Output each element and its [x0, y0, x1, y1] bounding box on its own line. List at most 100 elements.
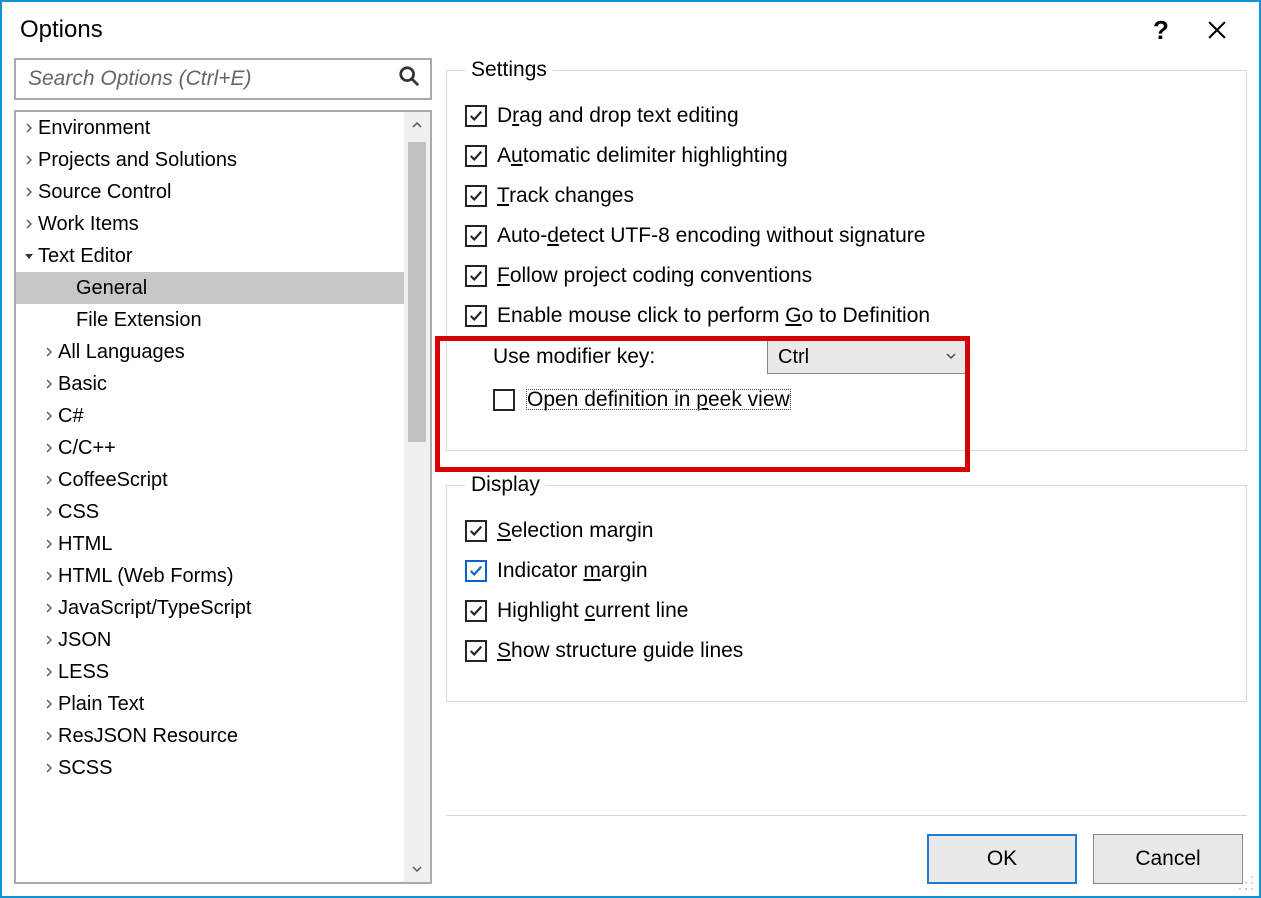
- tree-item-label: Source Control: [38, 176, 171, 208]
- tree-item-label: Work Items: [38, 208, 139, 240]
- tree-item-plain-text[interactable]: Plain Text: [16, 688, 404, 720]
- track-changes-checkbox[interactable]: [465, 185, 487, 207]
- scroll-down-button[interactable]: [404, 856, 430, 882]
- auto-detect-utf8-checkbox[interactable]: [465, 225, 487, 247]
- track-changes-row: Track changes: [465, 184, 1228, 208]
- tree-item-file-extension[interactable]: File Extension: [16, 304, 404, 336]
- expand-expand-icon[interactable]: [20, 123, 38, 133]
- cancel-button[interactable]: Cancel: [1093, 834, 1243, 884]
- scroll-up-button[interactable]: [404, 112, 430, 138]
- close-icon: [1208, 21, 1226, 39]
- tree-item-label: CoffeeScript: [58, 464, 168, 496]
- expand-expand-icon[interactable]: [40, 699, 58, 709]
- follow-project-conventions-checkbox[interactable]: [465, 265, 487, 287]
- drag-and-drop-checkbox[interactable]: [465, 105, 487, 127]
- tree-item-label: HTML: [58, 528, 112, 560]
- track-changes-label[interactable]: Track changes: [497, 184, 634, 208]
- expand-expand-icon[interactable]: [20, 219, 38, 229]
- selection-margin-checkbox[interactable]: [465, 520, 487, 542]
- tree-item-html-web-forms-[interactable]: HTML (Web Forms): [16, 560, 404, 592]
- highlight-current-line-label[interactable]: Highlight current line: [497, 599, 688, 623]
- window-title: Options: [20, 16, 1133, 44]
- title-bar: Options ?: [2, 2, 1259, 58]
- expand-expand-icon[interactable]: [40, 667, 58, 677]
- indicator-margin-row: Indicator margin: [465, 559, 1228, 583]
- left-column: EnvironmentProjects and SolutionsSource …: [14, 58, 432, 884]
- structure-guide-lines-label[interactable]: Show structure guide lines: [497, 639, 743, 663]
- structure-guide-lines-checkbox[interactable]: [465, 640, 487, 662]
- expand-expand-icon[interactable]: [40, 411, 58, 421]
- tree-item-c-[interactable]: C#: [16, 400, 404, 432]
- tree-item-json[interactable]: JSON: [16, 624, 404, 656]
- tree-item-label: SCSS: [58, 752, 112, 784]
- expand-expand-icon[interactable]: [40, 571, 58, 581]
- help-button[interactable]: ?: [1133, 2, 1189, 58]
- enable-goto-definition-label[interactable]: Enable mouse click to perform Go to Defi…: [497, 304, 930, 328]
- follow-project-conventions-row: Follow project coding conventions: [465, 264, 1228, 288]
- expand-expand-icon[interactable]: [40, 443, 58, 453]
- tree-item-javascript-typescript[interactable]: JavaScript/TypeScript: [16, 592, 404, 624]
- follow-project-conventions-label[interactable]: Follow project coding conventions: [497, 264, 812, 288]
- expand-collapse-icon[interactable]: [20, 251, 38, 261]
- tree-item-resjson-resource[interactable]: ResJSON Resource: [16, 720, 404, 752]
- tree-item-label: LESS: [58, 656, 109, 688]
- expand-expand-icon[interactable]: [40, 539, 58, 549]
- expand-expand-icon[interactable]: [40, 507, 58, 517]
- close-button[interactable]: [1189, 2, 1245, 58]
- tree-item-environment[interactable]: Environment: [16, 112, 404, 144]
- display-group: Display Selection marginIndicator margin…: [446, 473, 1247, 702]
- chevron-down-icon: [946, 350, 956, 364]
- indicator-margin-checkbox[interactable]: [465, 560, 487, 582]
- tree-item-scss[interactable]: SCSS: [16, 752, 404, 784]
- tree-item-label: JSON: [58, 624, 111, 656]
- tree-item-work-items[interactable]: Work Items: [16, 208, 404, 240]
- ok-button[interactable]: OK: [927, 834, 1077, 884]
- tree-item-projects-and-solutions[interactable]: Projects and Solutions: [16, 144, 404, 176]
- tree-item-label: Text Editor: [38, 240, 132, 272]
- scroll-thumb[interactable]: [408, 142, 426, 442]
- modifier-key-select[interactable]: Ctrl: [767, 340, 967, 374]
- tree-item-label: Plain Text: [58, 688, 144, 720]
- auto-detect-utf8-label[interactable]: Auto-detect UTF-8 encoding without signa…: [497, 224, 925, 248]
- selection-margin-label[interactable]: Selection margin: [497, 519, 653, 543]
- tree-item-basic[interactable]: Basic: [16, 368, 404, 400]
- enable-goto-definition-checkbox[interactable]: [465, 305, 487, 327]
- expand-expand-icon[interactable]: [40, 635, 58, 645]
- expand-expand-icon[interactable]: [20, 187, 38, 197]
- expand-expand-icon[interactable]: [40, 475, 58, 485]
- search-box[interactable]: [14, 58, 432, 100]
- tree-item-less[interactable]: LESS: [16, 656, 404, 688]
- tree-item-all-languages[interactable]: All Languages: [16, 336, 404, 368]
- drag-and-drop-label[interactable]: Drag and drop text editing: [497, 104, 739, 128]
- tree-item-coffeescript[interactable]: CoffeeScript: [16, 464, 404, 496]
- search-input[interactable]: [26, 66, 398, 92]
- tree-item-source-control[interactable]: Source Control: [16, 176, 404, 208]
- tree-item-text-editor[interactable]: Text Editor: [16, 240, 404, 272]
- open-in-peek-view-row: Open definition in peek view: [493, 388, 1228, 412]
- expand-expand-icon[interactable]: [40, 379, 58, 389]
- indicator-margin-label[interactable]: Indicator margin: [497, 559, 648, 583]
- search-icon[interactable]: [398, 65, 420, 93]
- tree-item-label: JavaScript/TypeScript: [58, 592, 251, 624]
- tree-item-general[interactable]: General: [16, 272, 404, 304]
- open-in-peek-view-checkbox[interactable]: [493, 389, 515, 411]
- expand-expand-icon[interactable]: [40, 763, 58, 773]
- drag-and-drop-row: Drag and drop text editing: [465, 104, 1228, 128]
- main-row: EnvironmentProjects and SolutionsSource …: [14, 58, 1247, 884]
- tree-scrollbar[interactable]: [404, 112, 430, 882]
- resize-grip[interactable]: [1237, 874, 1255, 892]
- expand-expand-icon[interactable]: [40, 347, 58, 357]
- tree-item-label: ResJSON Resource: [58, 720, 238, 752]
- auto-delimiter-checkbox[interactable]: [465, 145, 487, 167]
- auto-delimiter-label[interactable]: Automatic delimiter highlighting: [497, 144, 788, 168]
- settings-group: Settings Drag and drop text editingAutom…: [446, 58, 1247, 451]
- tree-item-c-c-[interactable]: C/C++: [16, 432, 404, 464]
- tree-item-label: C#: [58, 400, 84, 432]
- expand-expand-icon[interactable]: [40, 603, 58, 613]
- tree-item-css[interactable]: CSS: [16, 496, 404, 528]
- expand-expand-icon[interactable]: [40, 731, 58, 741]
- tree-item-html[interactable]: HTML: [16, 528, 404, 560]
- expand-expand-icon[interactable]: [20, 155, 38, 165]
- highlight-current-line-checkbox[interactable]: [465, 600, 487, 622]
- open-in-peek-view-label[interactable]: Open definition in peek view: [525, 388, 792, 412]
